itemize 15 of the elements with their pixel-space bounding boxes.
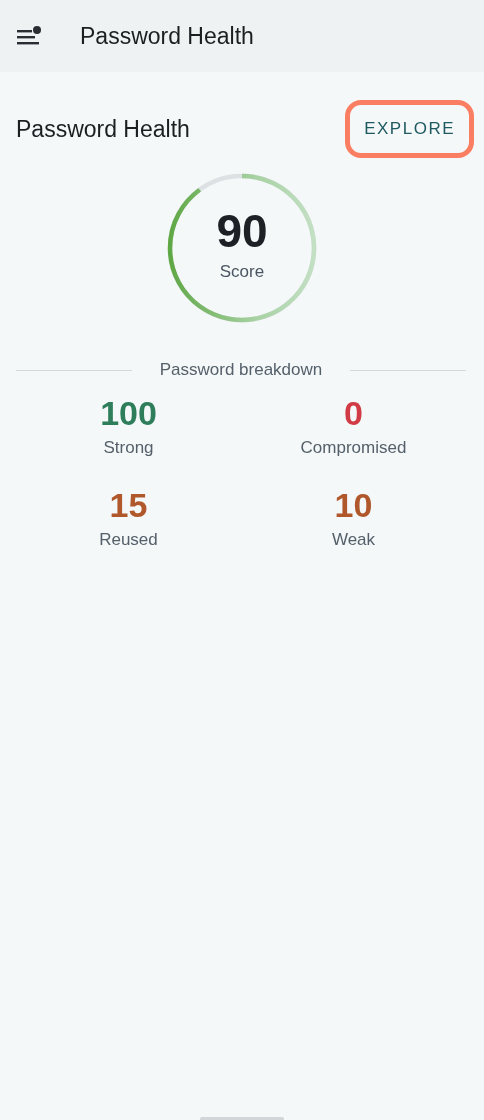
stat-label: Reused: [99, 530, 158, 550]
stat-value: 10: [334, 488, 373, 522]
stat-label: Compromised: [300, 438, 407, 458]
app-bar-title: Password Health: [80, 22, 254, 50]
stat-value: 15: [109, 488, 148, 522]
explore-button[interactable]: EXPLORE: [345, 100, 474, 158]
section-title: Password Health: [16, 115, 190, 143]
stat-value: 0: [344, 396, 363, 430]
stat-label: Weak: [331, 530, 376, 550]
breakdown-title: Password breakdown: [159, 360, 323, 380]
score-value: 90: [216, 208, 268, 254]
stat-value: 100: [100, 396, 157, 430]
stat-label: Strong: [103, 438, 154, 458]
score-label: Score: [219, 262, 265, 282]
menu-icon[interactable]: [16, 25, 42, 47]
